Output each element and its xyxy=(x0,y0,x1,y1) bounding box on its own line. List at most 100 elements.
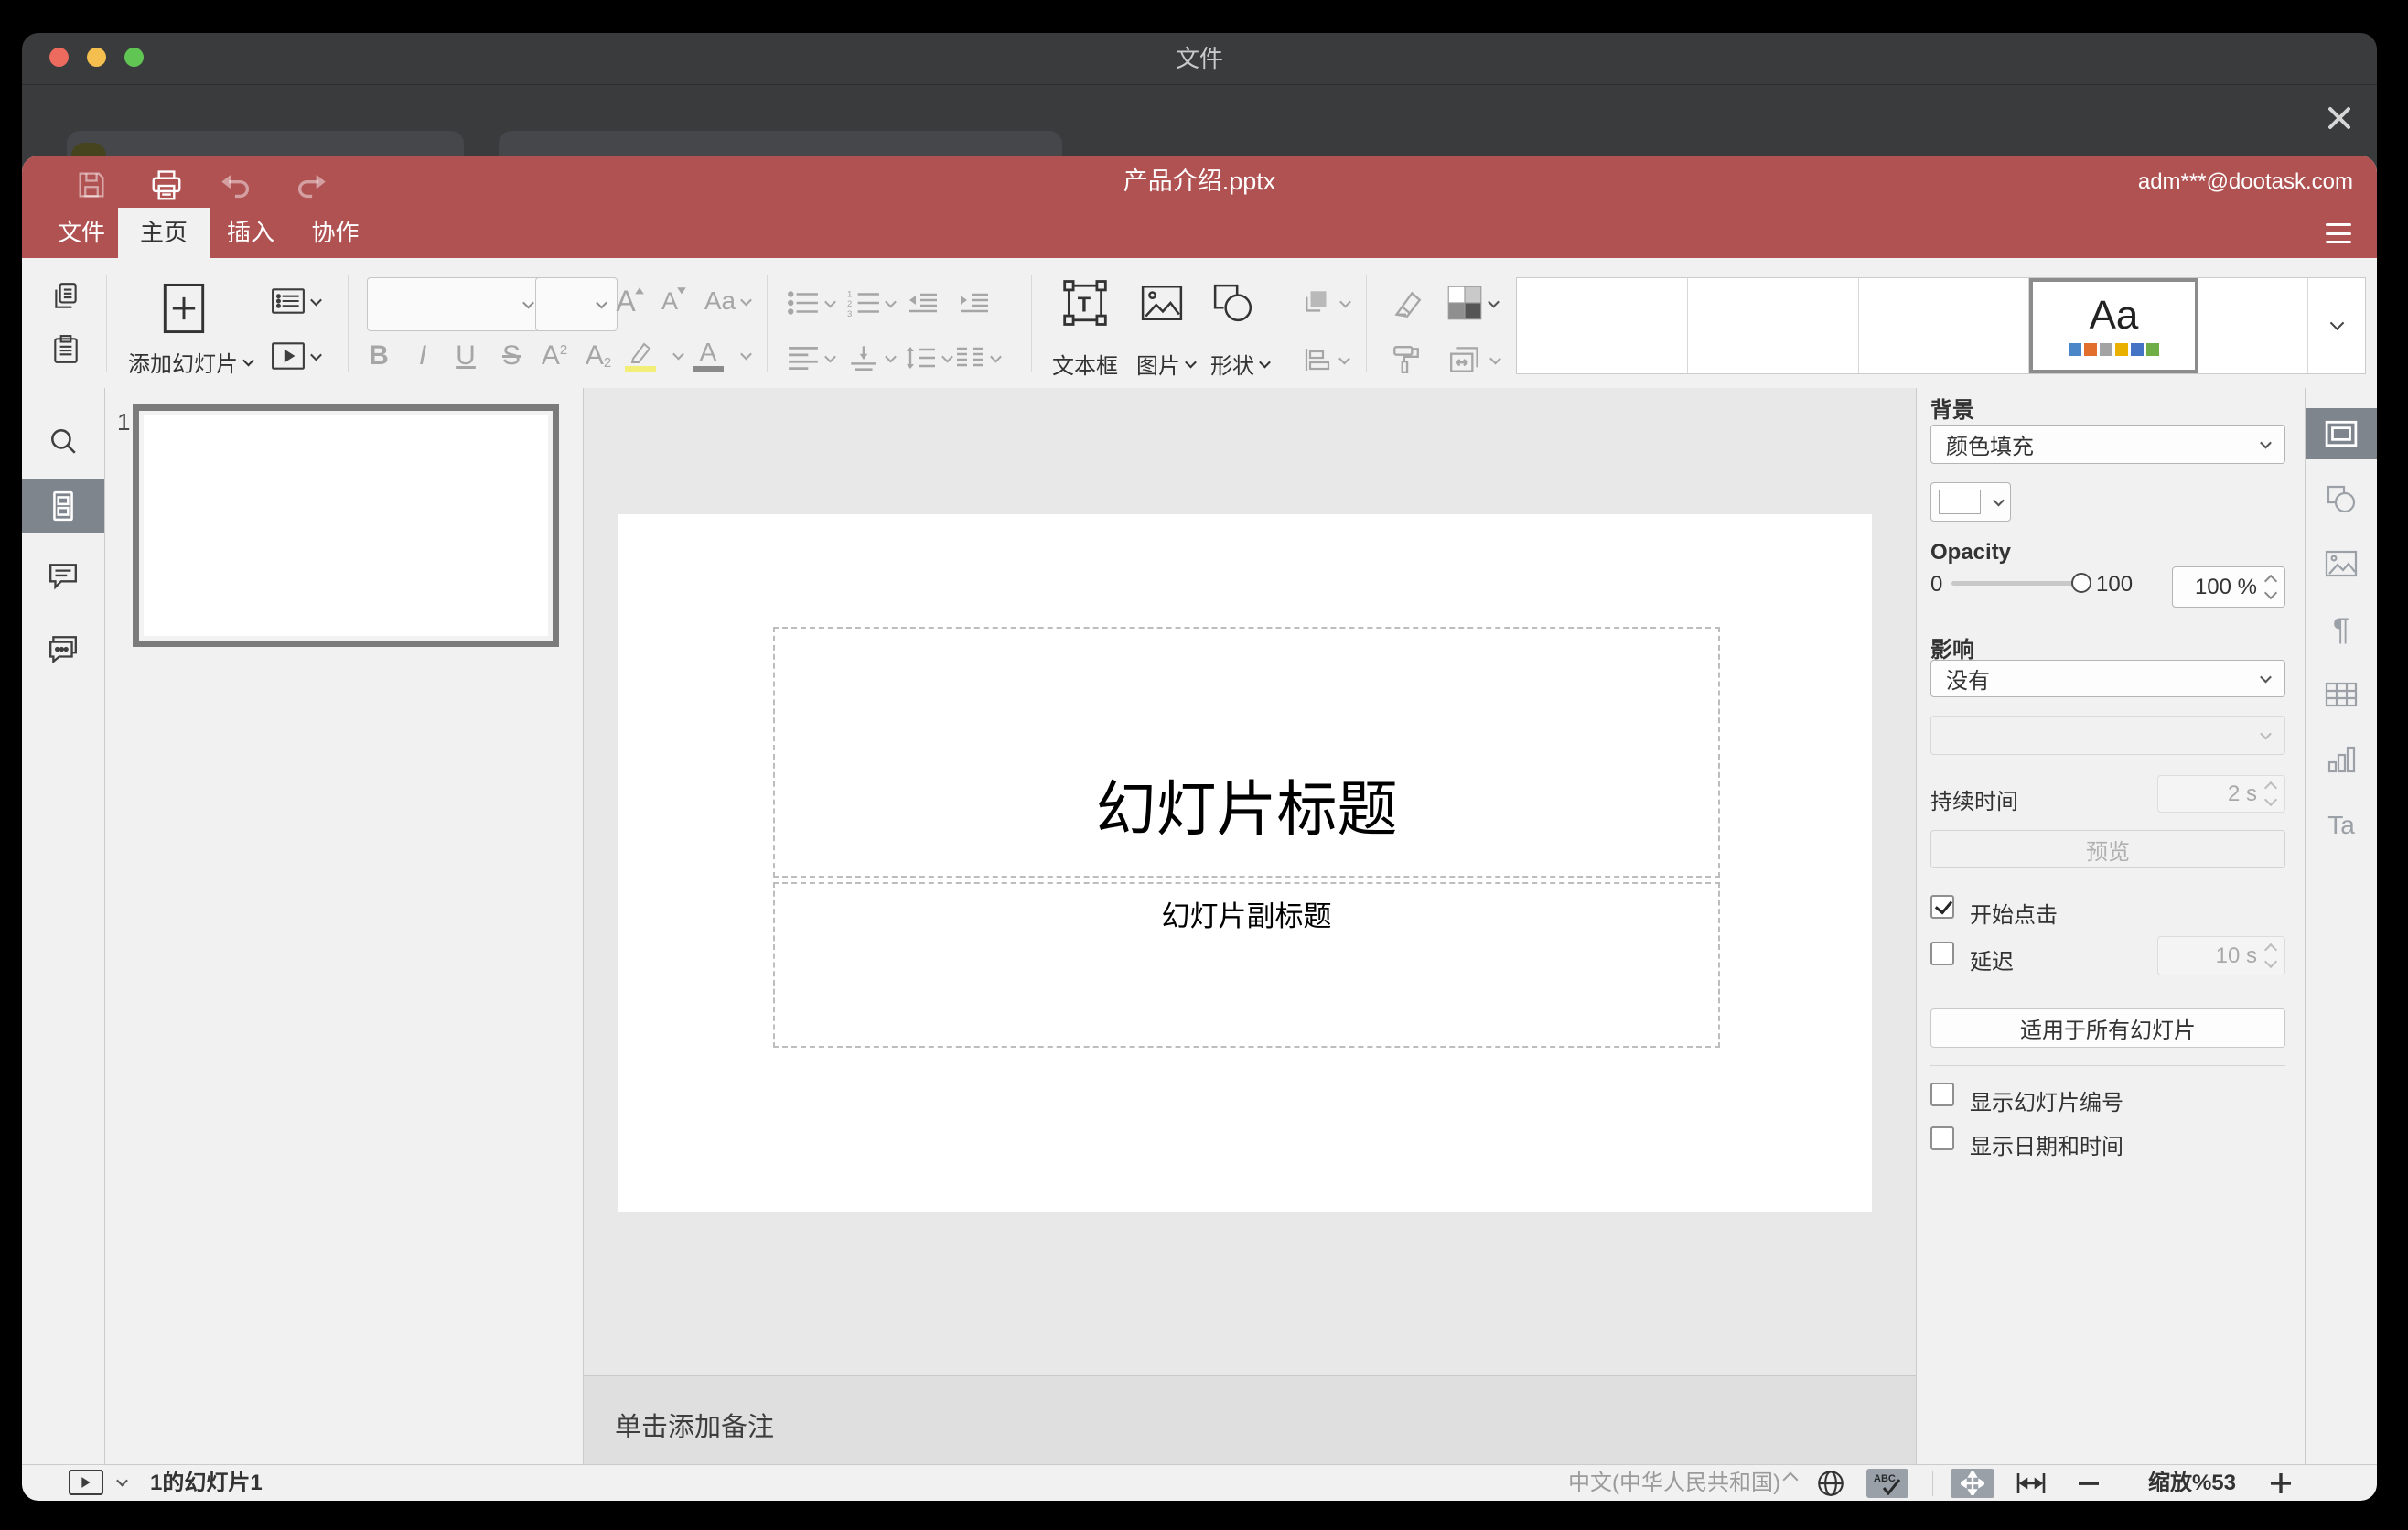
theme-option[interactable] xyxy=(1688,278,1859,373)
copy-icon[interactable] xyxy=(44,275,88,318)
language-selector[interactable]: 中文(中华人民共和国) xyxy=(1568,1465,1780,1501)
shape-fill-button[interactable] xyxy=(1440,282,1504,324)
copy-style-icon[interactable] xyxy=(1387,339,1425,381)
duration-spinner[interactable]: 2 s xyxy=(2157,775,2285,813)
horizontal-align-button[interactable] xyxy=(781,337,840,379)
slide-number: 1 xyxy=(117,408,131,436)
svg-text:T: T xyxy=(1078,292,1091,316)
theme-option[interactable] xyxy=(1517,278,1688,373)
chart-settings-icon[interactable] xyxy=(2306,734,2377,785)
italic-button[interactable]: I xyxy=(402,335,444,377)
text-art-settings-icon[interactable]: Ta xyxy=(2306,800,2377,851)
tab-insert[interactable]: 插入 xyxy=(210,208,292,258)
menu-icon[interactable] xyxy=(2326,223,2351,243)
show-slide-number-checkbox[interactable] xyxy=(1930,1083,1954,1106)
subtitle-placeholder[interactable]: 幻灯片副标题 xyxy=(773,882,1720,1048)
spinner-arrows-icon[interactable] xyxy=(2263,574,2278,600)
show-date-time-checkbox[interactable] xyxy=(1930,1126,1954,1150)
shape-icon[interactable] xyxy=(1209,280,1257,326)
slides-panel-icon[interactable] xyxy=(22,479,104,533)
slide-thumbnail-selected[interactable] xyxy=(133,404,559,647)
strikethrough-button[interactable]: S xyxy=(490,335,532,377)
change-case-button[interactable]: Aa xyxy=(697,280,758,322)
highlight-color-button[interactable] xyxy=(618,333,662,379)
increase-indent-icon[interactable] xyxy=(953,282,995,324)
slide-title-text[interactable]: 幻灯片标题 xyxy=(775,760,1718,848)
transition-variant-select[interactable] xyxy=(1930,716,2285,755)
zoom-out-icon[interactable] xyxy=(2073,1472,2104,1494)
font-name-select[interactable] xyxy=(367,277,544,331)
slide-size-button[interactable] xyxy=(1442,339,1506,381)
comments-icon[interactable] xyxy=(22,549,104,604)
shape-settings-icon[interactable] xyxy=(2306,473,2377,524)
fit-to-slide-icon[interactable] xyxy=(1951,1469,1994,1498)
underline-button[interactable]: U xyxy=(445,335,487,377)
font-color-button[interactable]: A xyxy=(686,333,730,379)
chevron-down-icon[interactable] xyxy=(116,1474,128,1487)
preview-button[interactable]: 预览 xyxy=(1930,830,2285,868)
theme-option[interactable] xyxy=(2198,278,2308,373)
bold-button[interactable]: B xyxy=(358,335,400,377)
tab-file[interactable]: 文件 xyxy=(45,208,118,258)
font-size-select[interactable] xyxy=(535,277,618,331)
superscript-button[interactable]: A2 xyxy=(532,335,576,377)
decrease-font-size-button[interactable]: A xyxy=(653,280,695,322)
image-settings-icon[interactable] xyxy=(2306,538,2377,589)
start-slideshow-button[interactable] xyxy=(265,335,326,377)
image-icon[interactable] xyxy=(1138,280,1186,326)
theme-option[interactable] xyxy=(1859,278,2029,373)
close-icon[interactable] xyxy=(2326,104,2353,132)
decrease-indent-icon[interactable] xyxy=(902,282,944,324)
table-settings-icon[interactable] xyxy=(2306,669,2377,720)
add-slide-icon[interactable] xyxy=(159,282,209,335)
delay-checkbox[interactable] xyxy=(1930,942,1954,965)
chevron-down-icon[interactable] xyxy=(672,348,684,361)
notes-area[interactable]: 单击添加备注 xyxy=(584,1375,1916,1464)
vertical-align-button[interactable] xyxy=(842,337,900,379)
traffic-light-zoom[interactable] xyxy=(124,48,144,67)
transition-effect-select[interactable]: 没有 xyxy=(1930,660,2285,697)
theme-gallery: Aa xyxy=(1516,277,2366,374)
apply-to-all-slides-button[interactable]: 适用于所有幻灯片 xyxy=(1930,1008,2285,1048)
opacity-value-spinner[interactable]: 100 % xyxy=(2172,566,2285,608)
delay-spinner[interactable]: 10 s xyxy=(2157,936,2285,975)
document-language-icon[interactable] xyxy=(1813,1467,1848,1500)
traffic-light-minimize[interactable] xyxy=(87,48,106,67)
title-placeholder[interactable]: 幻灯片标题 xyxy=(773,627,1720,878)
chevron-down-icon xyxy=(1338,352,1350,364)
slide[interactable]: 幻灯片标题 幻灯片副标题 xyxy=(618,514,1872,1212)
traffic-light-close[interactable] xyxy=(49,48,69,67)
paste-icon[interactable] xyxy=(44,328,88,372)
background-fill-select[interactable]: 颜色填充 xyxy=(1930,425,2285,464)
eraser-icon[interactable] xyxy=(1385,282,1427,324)
text-box-icon[interactable]: T xyxy=(1059,276,1111,329)
theme-option-selected[interactable]: Aa xyxy=(2029,278,2198,373)
columns-button[interactable] xyxy=(944,337,1010,379)
slide-settings-icon[interactable] xyxy=(2306,408,2377,459)
spell-check-icon[interactable]: ABC xyxy=(1866,1469,1908,1498)
chat-icon[interactable] xyxy=(22,621,104,676)
fit-to-width-icon[interactable] xyxy=(2013,1471,2049,1496)
start-on-click-checkbox[interactable] xyxy=(1930,895,1954,919)
slide-subtitle-text[interactable]: 幻灯片副标题 xyxy=(775,893,1718,934)
add-slide-button[interactable]: 添加幻灯片 xyxy=(121,346,260,378)
background-color-swatch[interactable] xyxy=(1930,482,2011,522)
increase-font-size-button[interactable]: A xyxy=(609,280,651,322)
tab-collaboration[interactable]: 协作 xyxy=(292,208,379,258)
align-shape-button[interactable] xyxy=(1295,339,1356,381)
zoom-in-icon[interactable] xyxy=(2265,1472,2296,1494)
subscript-button[interactable]: A2 xyxy=(576,335,620,377)
start-slideshow-status-icon[interactable] xyxy=(69,1470,103,1495)
bullet-list-button[interactable] xyxy=(781,282,840,324)
chevron-down-icon[interactable] xyxy=(740,348,752,361)
numbered-list-button[interactable]: 123 xyxy=(842,282,900,324)
tab-home[interactable]: 主页 xyxy=(118,208,210,258)
opacity-slider-thumb[interactable] xyxy=(2071,573,2091,593)
shape-button[interactable]: 形状 xyxy=(1186,348,1294,380)
arrange-shape-button[interactable] xyxy=(1295,282,1356,324)
search-icon[interactable] xyxy=(22,414,104,469)
paragraph-settings-icon[interactable]: ¶ xyxy=(2306,604,2377,655)
theme-gallery-expand-button[interactable] xyxy=(2308,278,2365,373)
slide-layout-button[interactable] xyxy=(265,280,326,322)
opacity-slider[interactable] xyxy=(1951,581,2081,586)
